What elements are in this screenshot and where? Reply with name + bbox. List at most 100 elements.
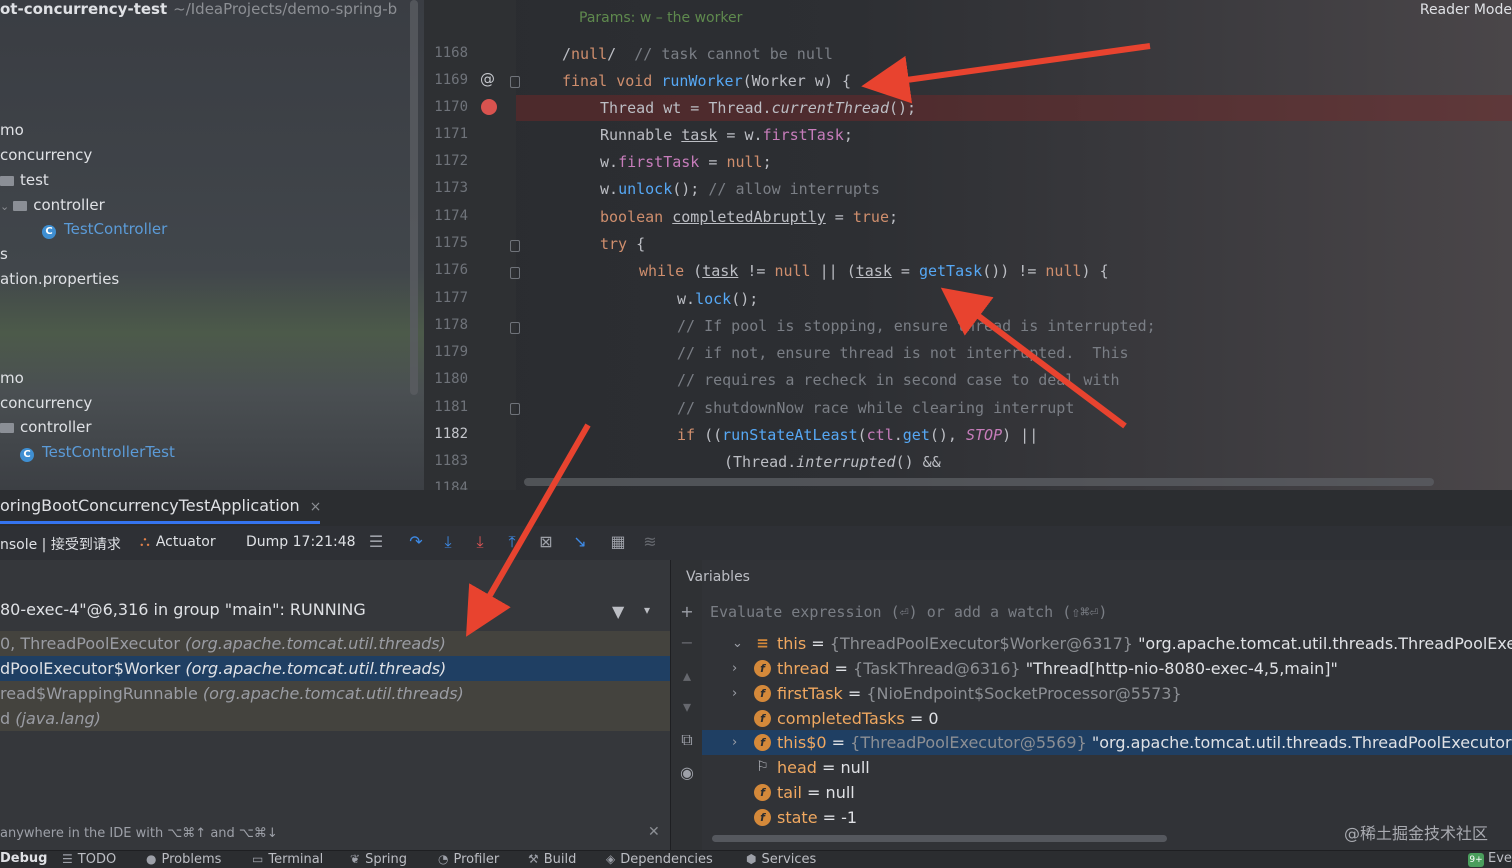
editor-horizontal-scrollbar[interactable] — [524, 478, 1434, 486]
code-line[interactable]: // If pool is stopping, ensure thread is… — [677, 314, 1156, 338]
code-line[interactable]: Runnable task = w.firstTask; — [600, 123, 853, 147]
fold-icon[interactable] — [510, 240, 520, 252]
tree-item[interactable]: concurrency — [0, 392, 92, 414]
tool-problems[interactable]: ● Problems — [146, 851, 221, 868]
stack-frame[interactable]: 0, ThreadPoolExecutor (org.apache.tomcat… — [0, 631, 670, 656]
remove-watch-icon[interactable]: − — [678, 633, 696, 652]
stack-frame[interactable]: read$WrappingRunnable (org.apache.tomcat… — [0, 681, 670, 706]
tool-todo[interactable]: ☰ TODO — [62, 851, 116, 868]
project-scrollbar[interactable] — [410, 0, 418, 395]
drop-frame-icon[interactable]: ⊠ — [536, 532, 556, 552]
code-line[interactable]: // requires a recheck in second case to … — [677, 368, 1120, 392]
move-up-icon[interactable]: ▴ — [678, 666, 696, 685]
force-step-into-icon[interactable]: ⤓ — [470, 532, 490, 552]
breakpoint-icon[interactable] — [481, 99, 497, 115]
line-number: 1173 — [434, 180, 468, 196]
code-line[interactable]: // if not, ensure thread is not interrup… — [677, 341, 1129, 365]
dependencies-icon: ◈ — [606, 852, 616, 866]
line-number: 1171 — [434, 126, 468, 142]
close-icon[interactable]: ✕ — [648, 824, 660, 840]
field-icon: f — [754, 809, 771, 826]
tree-item[interactable]: mo — [0, 367, 24, 389]
step-into-icon[interactable]: ⤓ — [438, 532, 458, 552]
chevron-down-icon[interactable]: ▾ — [644, 603, 650, 617]
line-number: 1179 — [434, 344, 468, 360]
code-line[interactable]: w.lock(); — [677, 287, 758, 311]
evaluate-expression-input[interactable] — [704, 596, 1512, 628]
fold-icon[interactable] — [510, 267, 520, 279]
project-tool-window: ot-concurrency-test ~/IdeaProjects/demo-s… — [0, 0, 424, 490]
code-editor[interactable]: Params: w – the worker Reader Mode 1168 … — [424, 0, 1512, 490]
tree-item-folder[interactable]: controller — [0, 416, 92, 438]
tool-profiler[interactable]: ◔ Profiler — [438, 851, 499, 868]
tree-item-class[interactable]: C TestControllerTest — [20, 441, 175, 463]
menu-icon[interactable]: ☰ — [366, 532, 386, 552]
code-line[interactable]: w.firstTask = null; — [600, 150, 772, 174]
tree-item[interactable]: mo — [0, 119, 24, 141]
tree-item-class[interactable]: C TestController — [42, 218, 167, 240]
copy-icon[interactable]: ⧉ — [678, 730, 696, 750]
project-root-header[interactable]: ot-concurrency-test ~/IdeaProjects/demo-s… — [0, 0, 397, 18]
tool-event-log[interactable]: 9+ Eve — [1468, 851, 1512, 867]
code-line[interactable]: try { — [600, 232, 645, 256]
step-out-icon[interactable]: ⤒ — [502, 532, 522, 552]
actuator-tab[interactable]: ⛬ Actuator — [140, 534, 216, 550]
tool-services[interactable]: ⬢ Services — [746, 851, 816, 868]
field-icon: f — [754, 734, 771, 751]
tree-item[interactable]: concurrency — [0, 144, 92, 166]
step-over-icon[interactable]: ↷ — [406, 532, 426, 552]
tree-item[interactable]: ation.properties — [0, 268, 119, 290]
services-icon: ⬢ — [746, 852, 757, 866]
variable-row[interactable]: f completedTasks = 0 — [702, 706, 1512, 731]
variable-row[interactable]: › f firstTask = {NioEndpoint$SocketProce… — [702, 681, 1512, 706]
code-line[interactable]: (Thread.interrupted() && — [724, 450, 941, 474]
folder-icon — [13, 201, 28, 211]
chevron-down-icon[interactable]: ⌄ — [0, 200, 9, 213]
fold-icon[interactable] — [510, 76, 520, 88]
filter-icon[interactable]: ▼ — [612, 602, 624, 621]
code-line[interactable]: w.unlock(); // allow interrupts — [600, 177, 880, 201]
code-line[interactable]: if ((runStateAtLeast(ctl.get(), STOP) || — [677, 423, 1038, 447]
debug-session-tab[interactable]: oringBootConcurrencyTestApplication × — [0, 496, 321, 515]
fold-icon[interactable] — [510, 403, 520, 415]
variables-horizontal-scrollbar[interactable] — [712, 835, 1167, 842]
tool-build[interactable]: ⚒ Build — [528, 851, 576, 868]
variable-row-selected[interactable]: › f this$0 = {ThreadPoolExecutor@5569} "… — [702, 730, 1512, 755]
code-line[interactable]: boolean completedAbruptly = true; — [600, 205, 898, 229]
chevron-down-icon[interactable]: ⌄ — [732, 631, 743, 656]
tree-item-folder[interactable]: ⌄ controller — [0, 194, 105, 216]
stack-frame[interactable]: d (java.lang) — [0, 706, 670, 731]
console-tab[interactable]: nsole | 接受到请求 — [0, 534, 121, 554]
code-line[interactable]: final void runWorker(Worker w) { — [562, 69, 851, 93]
variable-row[interactable]: › f thread = {TaskThread@6316} "Thread[h… — [702, 656, 1512, 681]
code-line-breakpoint[interactable]: Thread wt = Thread.currentThread(); — [600, 96, 916, 120]
tree-item-folder[interactable]: test — [0, 169, 49, 191]
implements-at-icon[interactable]: @ — [480, 70, 495, 88]
variable-row[interactable]: ⚐ head = null — [702, 755, 1512, 780]
evaluate-table-icon[interactable]: ▦ — [608, 532, 628, 552]
tool-debug[interactable]: Debug — [0, 851, 47, 867]
reader-mode-toggle[interactable]: Reader Mode — [1420, 2, 1512, 18]
chevron-right-icon[interactable]: › — [732, 730, 737, 755]
dump-tab[interactable]: Dump 17:21:48 — [246, 534, 356, 550]
chevron-right-icon[interactable]: › — [732, 656, 737, 681]
eye-icon[interactable]: ◉ — [678, 763, 696, 782]
tool-spring[interactable]: ❦ Spring — [350, 851, 407, 868]
thread-selector[interactable]: 80-exec-4"@6,316 in group "main": RUNNIN… — [0, 600, 366, 619]
trace-icon[interactable]: ≋ — [640, 532, 660, 552]
code-line[interactable]: // shutdownNow race while clearing inter… — [677, 396, 1074, 420]
variable-row[interactable]: f tail = null — [702, 780, 1512, 805]
close-icon[interactable]: × — [310, 499, 322, 515]
tool-dependencies[interactable]: ◈ Dependencies — [606, 851, 713, 868]
chevron-right-icon[interactable]: › — [732, 681, 737, 706]
variable-row[interactable]: ⌄ ≡ this = {ThreadPoolExecutor$Worker@63… — [702, 631, 1512, 656]
run-to-cursor-icon[interactable]: ↘ — [570, 532, 590, 552]
tree-item[interactable]: s — [0, 243, 8, 265]
move-down-icon[interactable]: ▾ — [678, 697, 696, 716]
stack-frame-selected[interactable]: dPoolExecutor$Worker (org.apache.tomcat.… — [0, 656, 670, 681]
code-line[interactable]: while (task != null || (task = getTask()… — [639, 259, 1109, 283]
code-line[interactable]: /null/ // task cannot be null — [562, 42, 833, 66]
add-watch-icon[interactable]: + — [678, 602, 696, 621]
tool-terminal[interactable]: ▭ Terminal — [252, 851, 323, 868]
fold-icon[interactable] — [510, 322, 520, 334]
